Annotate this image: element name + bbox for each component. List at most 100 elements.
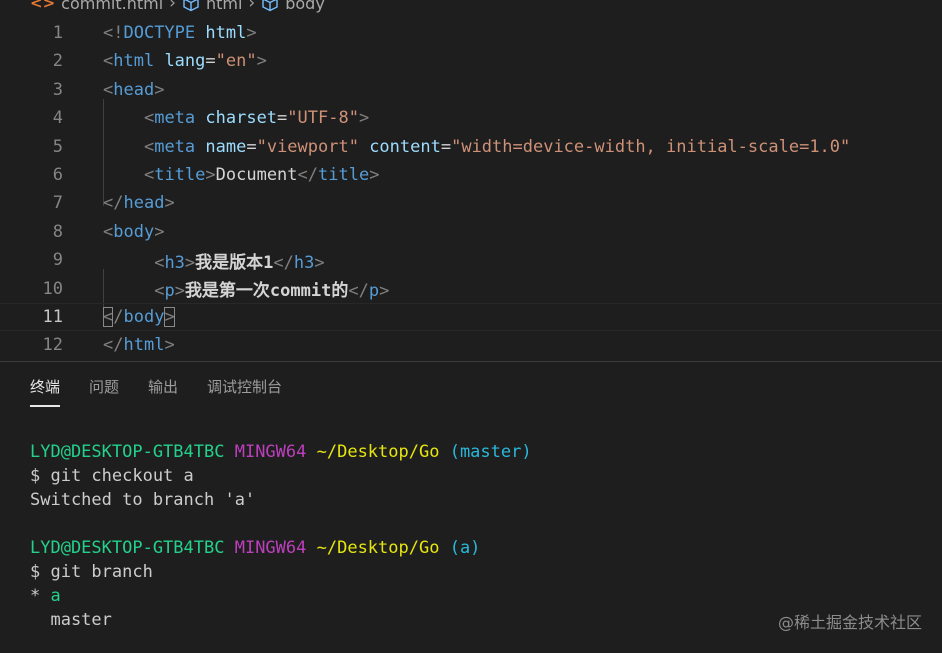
code-text: <html lang="en"> [103,51,267,71]
code-token: < [143,165,155,185]
code-token: > [164,193,175,214]
chevron-right-icon: › [169,0,176,13]
code-line[interactable]: 7 </head> [0,189,942,217]
breadcrumb-file[interactable]: commit.html [61,0,163,13]
panel-tab[interactable]: 输出 [148,376,178,407]
code-editor[interactable]: 1 <!DOCTYPE html> 2 <html lang="en"> 3 <head>… [0,19,942,360]
cube-icon [261,0,279,12]
code-token: </ [103,193,124,214]
code-line[interactable]: 12 </html> [0,331,942,359]
terminal-line: LYD@DESKTOP-GTB4TBC MINGW64 ~/Desktop/Go… [30,440,532,464]
line-number: 12 [42,335,63,356]
code-token: p [368,281,380,302]
code-line[interactable]: 8 <body> [0,218,942,246]
code-line[interactable]: 10 <p>我是第一次commit的</p> [0,275,942,303]
code-token: < [143,136,155,157]
code-token: > [184,252,196,273]
terminal-segment: MINGW64 [234,538,307,558]
code-token: > [164,335,175,356]
code-line[interactable]: 9 <h3>我是版本1</h3> [0,246,942,274]
code-token: body [113,221,155,242]
line-number: 11 [42,307,63,327]
code-line[interactable]: 2 <html lang="en"> [0,47,942,75]
code-line[interactable]: 6 <title>Document</title> [0,161,942,189]
code-text: <meta name="viewport" content="width=dev… [103,137,850,157]
code-token: > [358,108,370,129]
code-token: < [103,51,114,72]
terminal-segment: ~/Desktop/Go [316,442,440,462]
code-token: > [154,221,165,242]
code-token: > [154,79,165,100]
terminal-segment [439,442,449,462]
code-token: > [205,165,216,185]
terminal-segment: (a) [449,538,481,558]
code-token: 我是第一次commit的 [184,281,349,302]
code-text: <head> [103,80,164,100]
terminal-segment: $ git checkout a [30,466,194,486]
code-token: > [314,252,325,273]
code-token: > [246,23,257,43]
code-token: < [154,252,165,273]
code-token: = [205,51,216,72]
code-token: h3 [164,252,185,273]
code-line[interactable]: 1 <!DOCTYPE html> [0,19,942,47]
code-token: html [205,23,247,43]
code-token: <! [103,23,124,43]
terminal-segment [439,538,449,558]
terminal-line: master [30,608,532,632]
code-token: meta [154,136,206,157]
panel-tab[interactable]: 终端 [30,376,61,407]
code-token: > [256,51,267,72]
chevron-right-icon: › [248,0,256,13]
terminal-line: $ git branch [30,560,532,584]
breadcrumb-item-body[interactable]: body [285,0,325,13]
code-token: < [103,221,114,242]
code-token: html [113,51,165,72]
code-token: < [103,307,114,327]
code-token: < [154,281,165,302]
code-token: < [143,108,155,129]
code-token: > [164,307,175,327]
line-number: 8 [52,221,63,242]
code-text: <meta charset="UTF-8"> [103,108,369,128]
breadcrumb-item-html[interactable]: html [206,0,242,13]
line-number: 2 [52,51,63,72]
terminal-line: LYD@DESKTOP-GTB4TBC MINGW64 ~/Desktop/Go… [30,536,532,560]
code-token: "viewport" [256,136,370,157]
code-line[interactable]: 4 <meta charset="UTF-8"> [0,104,942,132]
code-token: < [103,79,114,100]
code-token: > [379,281,390,302]
panel-tab[interactable]: 调试控制台 [207,376,282,407]
code-token: body [123,307,165,327]
code-line[interactable]: 5 <meta name="viewport" content="width=d… [0,133,942,161]
code-token: charset [205,108,278,129]
code-token: </ [348,281,369,302]
code-token: > [369,165,380,185]
cube-icon [182,0,200,12]
code-token: h3 [293,252,315,273]
line-number: 10 [42,278,63,299]
code-token: title [318,165,370,185]
terminal-output[interactable]: LYD@DESKTOP-GTB4TBC MINGW64 ~/Desktop/Go… [30,440,532,632]
code-line[interactable]: 11 </body> [0,303,942,331]
code-token: title [154,165,206,185]
code-line[interactable]: 3 <head> [0,76,942,104]
code-token: lang [164,51,206,72]
terminal-segment: master [30,610,112,630]
code-token: content [369,136,441,157]
terminal-segment: ~/Desktop/Go [316,538,440,558]
code-text: <body> [103,222,164,242]
code-token: > [174,281,185,302]
bottom-panel: 终端 问题 输出 调试控制台 LYD@DESKTOP-GTB4TBC MINGW64 … [0,362,942,653]
code-token: "en" [215,51,257,72]
code-token: = [246,136,257,157]
terminal-segment: LYD@DESKTOP-GTB4TBC [30,538,225,558]
code-text: <p>我是第一次commit的</p> [103,276,389,301]
terminal-segment [224,442,234,462]
line-number: 1 [52,23,63,43]
panel-tab[interactable]: 问题 [89,376,119,407]
